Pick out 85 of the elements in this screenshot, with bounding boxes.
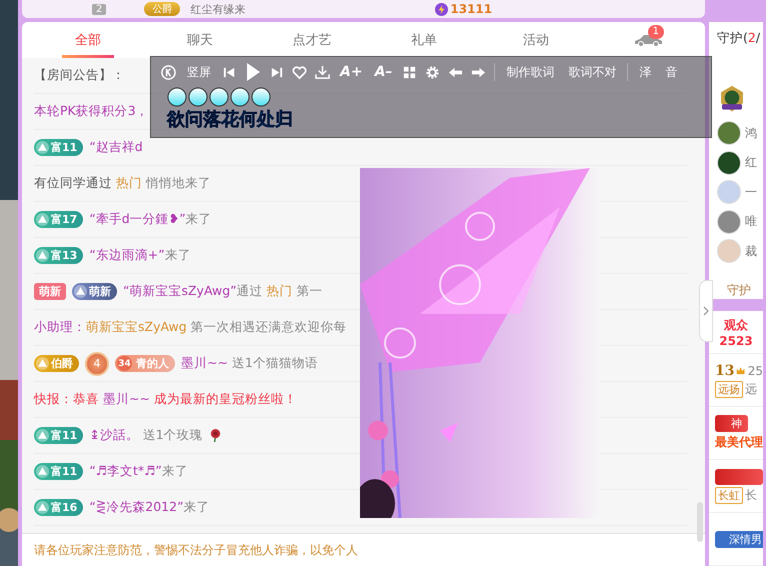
collapse-handle[interactable] xyxy=(699,280,713,342)
avatar[interactable] xyxy=(717,121,741,146)
heart-icon[interactable] xyxy=(292,64,307,80)
level-medal: 4 xyxy=(85,352,109,376)
chat-message: 本轮PK获得积分3， xyxy=(34,103,149,120)
chat-message: 快报：恭喜 墨川~~ 成为最新的皇冠粉丝啦！ xyxy=(34,391,297,408)
chat-message: “⋛冷先森2012”来了 xyxy=(89,499,210,516)
chat-tab[interactable]: 聊天 xyxy=(144,22,256,58)
viewer-name: 最美代理 xyxy=(715,434,763,451)
triangle-icon xyxy=(36,357,49,370)
chat-message: “赵吉祥d xyxy=(89,139,143,156)
guardian-name: 红 xyxy=(745,154,757,172)
guardian-name: 唯 xyxy=(745,213,757,230)
lyrics-button[interactable]: 泽 xyxy=(636,64,654,80)
newbie-badge: 萌新 xyxy=(34,283,66,300)
play-icon[interactable] xyxy=(245,62,261,82)
guardian-name: 裁 xyxy=(745,242,757,260)
chat-message: 【房间公告】： xyxy=(34,67,125,84)
chevron-icon xyxy=(703,306,709,316)
noble-badge: 公爵 xyxy=(144,2,180,16)
count-badge: 1 xyxy=(648,25,664,39)
font-size-button[interactable]: A+ xyxy=(338,64,365,80)
lyric-line: 欲问落花何处归 xyxy=(167,108,294,131)
badge-label: 富11 xyxy=(51,428,78,443)
audience-label[interactable]: 观众 xyxy=(724,316,748,334)
lyrics-button[interactable]: 音 xyxy=(662,64,680,80)
settings-icon[interactable] xyxy=(425,64,440,80)
badge-label: 富11 xyxy=(51,464,78,479)
fan-level: 34 xyxy=(117,356,132,371)
badge-label: 富13 xyxy=(51,248,78,263)
chat-tab[interactable]: 活动 xyxy=(480,22,592,58)
viewer-number: 25 xyxy=(748,364,763,378)
lyrics-button[interactable]: 歌词不对 xyxy=(565,64,620,80)
club-tag: 远扬 xyxy=(715,380,743,398)
title-banner: 深情男 xyxy=(715,530,763,548)
viewer-name: 长 xyxy=(745,486,757,504)
club-tag: 长虹 xyxy=(715,486,743,504)
chat-message: 小助理：萌新宝宝sZyAwg 第一次相遇还满意欢迎你每 xyxy=(34,319,347,336)
badge-label: 富16 xyxy=(51,500,78,515)
badge-label: 富11 xyxy=(51,140,78,155)
avatar[interactable] xyxy=(717,150,741,175)
wealth-level: 13 xyxy=(715,362,734,378)
download-icon[interactable] xyxy=(315,64,330,80)
noble-banner xyxy=(715,468,763,484)
user-name: 红尘有缘来 xyxy=(190,2,246,16)
chat-message: “♬李文t*♬”来了 xyxy=(89,463,188,480)
guard-link[interactable]: 守护 xyxy=(717,282,763,299)
rank-badge: 2 xyxy=(92,4,106,14)
k-logo-icon[interactable] xyxy=(161,64,176,80)
rose-icon xyxy=(208,428,222,443)
triangle-icon xyxy=(36,249,49,262)
safety-notice: 请各位玩家注意防范，警惕不法分子冒充他人诈骗，以免个人 xyxy=(22,533,705,566)
chat-tab[interactable]: 全部 xyxy=(32,22,144,58)
badge-label: 富17 xyxy=(51,212,78,227)
lyrics-button[interactable]: 竖屏 xyxy=(184,64,214,80)
noble-title: 神 xyxy=(715,415,748,432)
car-tab[interactable]: 1 xyxy=(618,22,678,58)
guardian-name: 鸿 xyxy=(745,124,757,142)
triangle-icon xyxy=(36,213,49,226)
chat-message: ↨沙話。 送1个玫瑰 xyxy=(89,427,203,444)
badge-label: 萌新 xyxy=(89,284,111,299)
chat-tab[interactable]: 点才艺 xyxy=(256,22,368,58)
guardian-name: 一 xyxy=(745,184,757,201)
lightning-icon xyxy=(435,2,448,16)
scrollbar[interactable] xyxy=(697,502,703,542)
chat-tab[interactable]: 礼单 xyxy=(368,22,480,58)
score-text: 13111 xyxy=(450,2,492,16)
chat-message: “牽手d一分鍾❥”来了 xyxy=(89,211,212,228)
chat-message: “萌新宝宝sZyAwg”通过 热门 第一 xyxy=(123,283,323,300)
triangle-icon xyxy=(36,141,49,154)
lyrics-button[interactable]: 制作歌词 xyxy=(503,64,558,80)
audience-count: 2523 xyxy=(719,334,753,348)
fan-club-name: 青的人 xyxy=(136,356,169,371)
triangle-icon xyxy=(36,429,49,442)
triangle-icon xyxy=(74,285,87,298)
triangle-icon xyxy=(36,465,49,478)
grid-icon[interactable] xyxy=(402,64,418,80)
viewer-name: 远 xyxy=(745,380,757,398)
chat-message: 有位同学通过 热门 悄悄地来了 xyxy=(34,175,211,192)
triangle-icon xyxy=(36,501,49,514)
badge-label: 伯爵 xyxy=(51,356,73,371)
font-size-button[interactable]: A– xyxy=(372,64,394,80)
guard-tab[interactable]: 守护(2/ xyxy=(717,30,763,47)
chat-message: 墨川~~ 送1个猫猫物语 xyxy=(181,355,318,372)
chat-message: “东边雨滴+”来了 xyxy=(89,247,191,264)
